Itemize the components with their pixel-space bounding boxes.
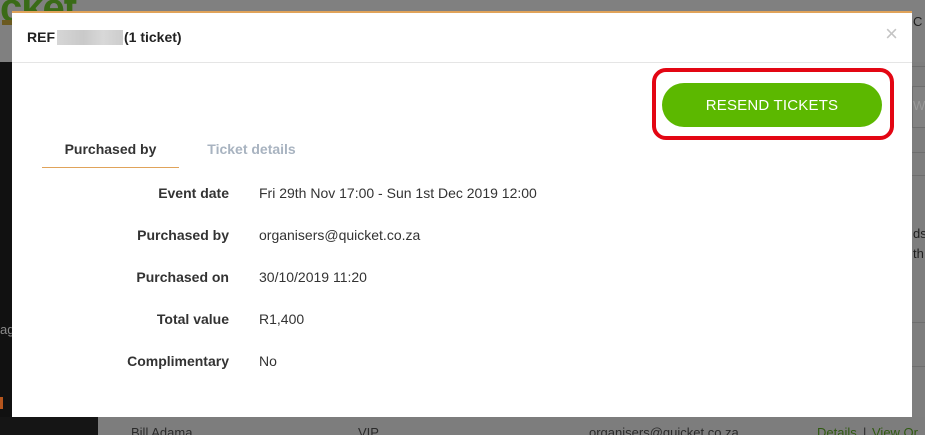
detail-row-complimentary: Complimentary No [12, 353, 912, 375]
close-icon[interactable]: × [885, 23, 898, 45]
redacted-reference [57, 29, 123, 45]
sidebar-active-marker [0, 397, 3, 409]
detail-row-event-date: Event date Fri 29th Nov 17:00 - Sun 1st … [12, 185, 912, 207]
background-table-area [98, 417, 925, 435]
resend-tickets-button[interactable]: RESEND TICKETS [662, 83, 882, 127]
detail-value: organisers@quicket.co.za [259, 227, 421, 243]
detail-label: Purchased by [137, 227, 229, 243]
tab-ticket-details[interactable]: Ticket details [179, 131, 324, 167]
right-input-fragment: W [913, 98, 925, 113]
detail-value: No [259, 353, 277, 369]
modal-title: REF (1 ticket) [27, 29, 182, 45]
background-sidebar [0, 62, 12, 435]
right-text-fragment: ds [913, 226, 925, 241]
order-modal: REF (1 ticket) × RESEND TICKETS Purchase… [12, 11, 912, 417]
table-cell-name: Bill Adama [131, 425, 193, 435]
detail-label: Complimentary [127, 353, 229, 369]
detail-row-purchased-on: Purchased on 30/10/2019 11:20 [12, 269, 912, 291]
background-sidebar-bottom [0, 417, 98, 435]
details-link: Details [817, 425, 857, 435]
detail-value: R1,400 [259, 311, 305, 327]
right-header-fragment: C [913, 14, 923, 29]
detail-row-purchased-by: Purchased by organisers@quicket.co.za [12, 227, 912, 249]
table-cell-ticket-type: VIP [358, 425, 379, 435]
tab-purchased-by[interactable]: Purchased by [42, 131, 179, 168]
link-separator: | [863, 425, 867, 435]
modal-tabs: Purchased by Ticket details [42, 131, 324, 169]
ticket-count: (1 ticket) [124, 29, 182, 45]
right-divider [912, 366, 925, 367]
detail-row-total-value: Total value R1,400 [12, 311, 912, 333]
right-divider [912, 66, 925, 67]
modal-header: REF (1 ticket) × [12, 13, 912, 63]
table-cell-email: organisers@quicket.co.za [589, 425, 739, 435]
detail-value: 30/10/2019 11:20 [259, 269, 367, 285]
detail-label: Purchased on [136, 269, 229, 285]
view-order-link: View Or [872, 425, 918, 435]
detail-label: Total value [156, 311, 229, 327]
detail-label: Event date [158, 185, 229, 201]
right-text-fragment: th [913, 246, 924, 261]
detail-value: Fri 29th Nov 17:00 - Sun 1st Dec 2019 12… [259, 185, 537, 201]
right-divider [912, 175, 925, 176]
right-divider [912, 152, 925, 153]
right-divider [912, 322, 925, 323]
ref-prefix: REF [27, 29, 55, 45]
